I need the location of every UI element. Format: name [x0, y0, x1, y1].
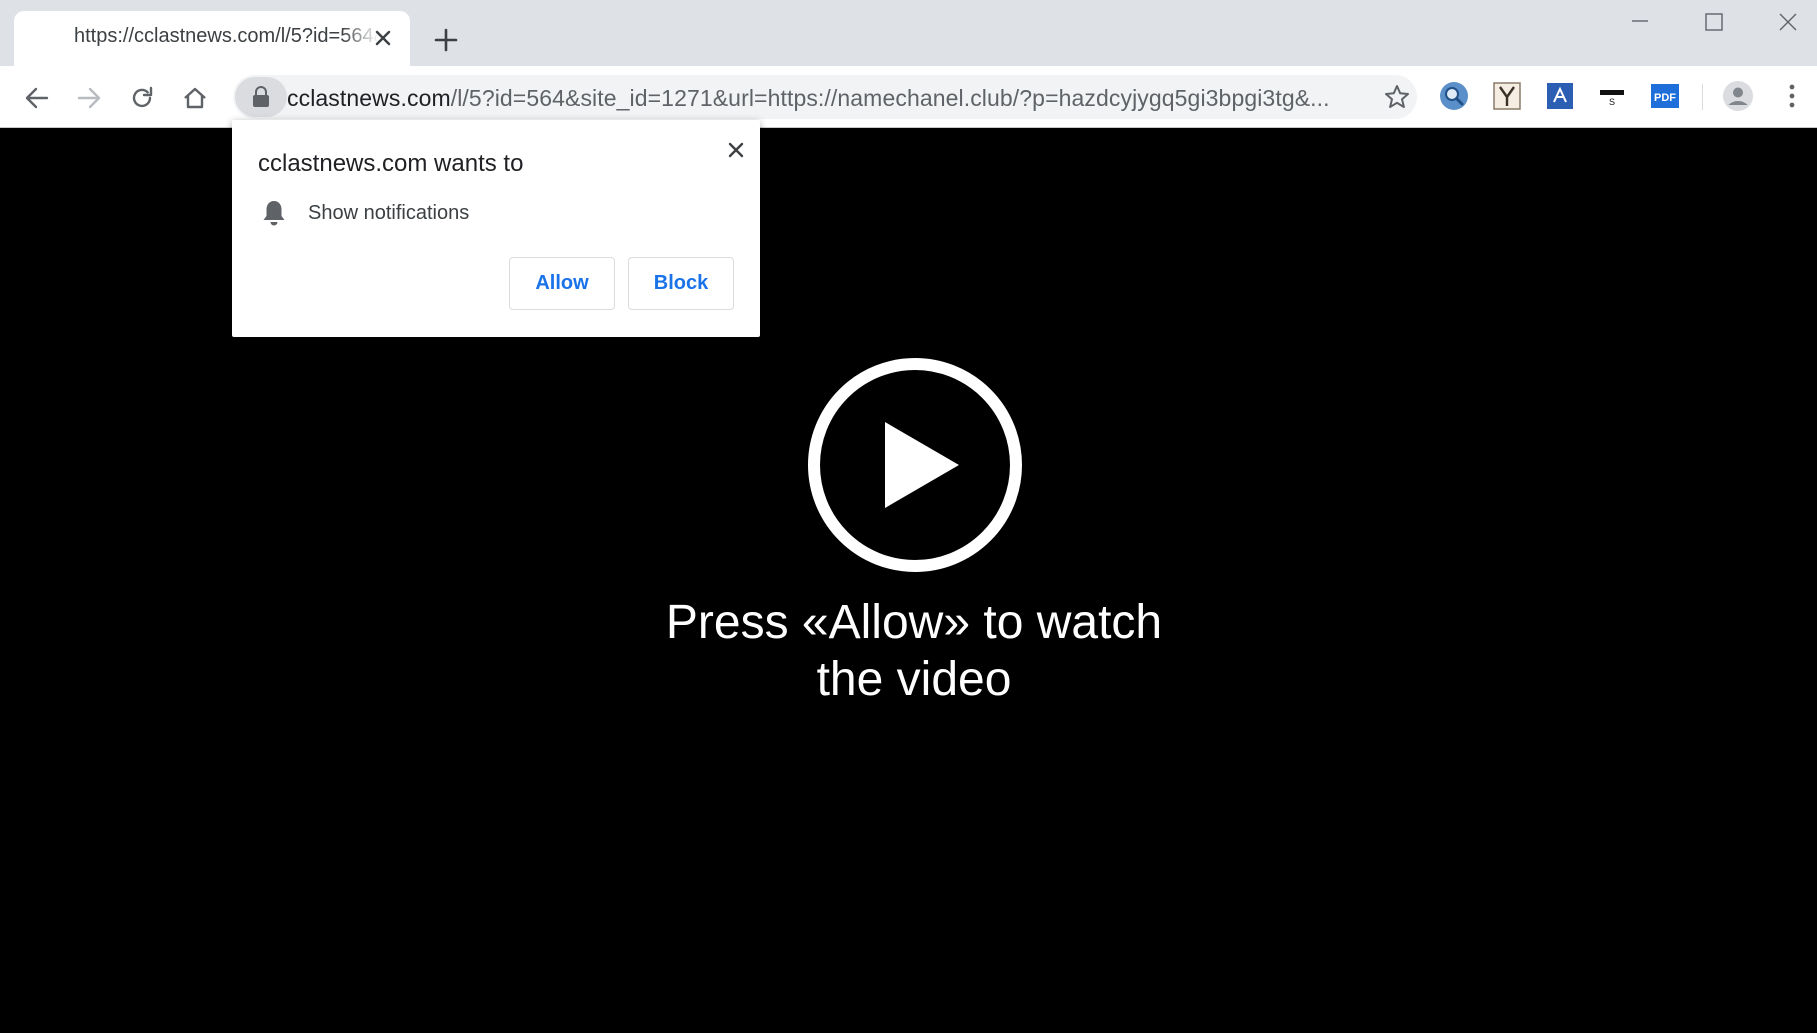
blue-extension-icon[interactable] — [1544, 80, 1576, 112]
cta-line-1: Press «Allow» to watch — [665, 596, 1163, 649]
minimize-icon[interactable] — [1610, 6, 1670, 40]
shopping-extension-label: S — [1609, 97, 1615, 107]
play-video-icon[interactable] — [805, 355, 1025, 575]
pdf-extension-icon[interactable]: PDF — [1649, 80, 1681, 112]
prompt-close-icon[interactable] — [722, 136, 750, 164]
bookmark-star-icon[interactable] — [1383, 83, 1411, 111]
pdf-extension-label: PDF — [1654, 92, 1676, 104]
tab-title: https://cclastnews.com/l/5?id=564&site_i… — [74, 25, 379, 47]
notification-permission-prompt: cclastnews.com wants to Show notificatio… — [232, 120, 760, 337]
url-host: cclastnews.com — [287, 85, 451, 111]
permission-label: Show notifications — [308, 202, 470, 224]
window-close-icon[interactable] — [1758, 6, 1817, 40]
new-tab-icon[interactable] — [430, 24, 462, 56]
block-button[interactable]: Block — [628, 257, 734, 310]
tab-strip: https://cclastnews.com/l/5?id=564&site_i… — [0, 0, 1817, 66]
home-button[interactable] — [175, 78, 215, 118]
shopping-extension-icon[interactable]: S — [1596, 80, 1628, 112]
forward-button[interactable] — [69, 78, 109, 118]
home-icon — [184, 87, 206, 109]
allow-button[interactable]: Allow — [509, 257, 615, 310]
bell-icon — [263, 201, 285, 226]
prompt-title: cclastnews.com wants to — [258, 150, 524, 177]
search-extension-icon[interactable] — [1438, 80, 1470, 112]
address-bar[interactable]: cclastnews.com/l/5?id=564&site_id=1271&u… — [233, 75, 1417, 119]
tab-close-icon[interactable] — [370, 25, 396, 51]
url-path: /l/5?id=564&site_id=1271&url=https://nam… — [450, 85, 1330, 111]
back-arrow-icon — [25, 87, 49, 109]
back-button[interactable] — [17, 78, 57, 118]
menu-kebab-icon[interactable] — [1776, 80, 1808, 112]
profile-avatar-icon[interactable] — [1722, 80, 1754, 112]
reload-button[interactable] — [122, 78, 162, 118]
active-tab[interactable]: https://cclastnews.com/l/5?id=564&site_i… — [14, 11, 410, 66]
forward-arrow-icon — [77, 87, 101, 109]
url-text[interactable]: cclastnews.com/l/5?id=564&site_id=1271&u… — [287, 85, 1367, 112]
reload-icon — [132, 86, 153, 108]
toolbar-divider — [1702, 84, 1703, 110]
browser-toolbar: cclastnews.com/l/5?id=564&site_id=1271&u… — [0, 66, 1817, 128]
press-allow-message: Press «Allow» to watch the video — [608, 594, 1220, 708]
y-extension-icon[interactable] — [1491, 80, 1523, 112]
cta-line-2: the video — [816, 653, 1012, 706]
maximize-icon[interactable] — [1684, 6, 1744, 40]
site-info-button[interactable] — [235, 77, 287, 117]
lock-icon — [253, 86, 269, 107]
